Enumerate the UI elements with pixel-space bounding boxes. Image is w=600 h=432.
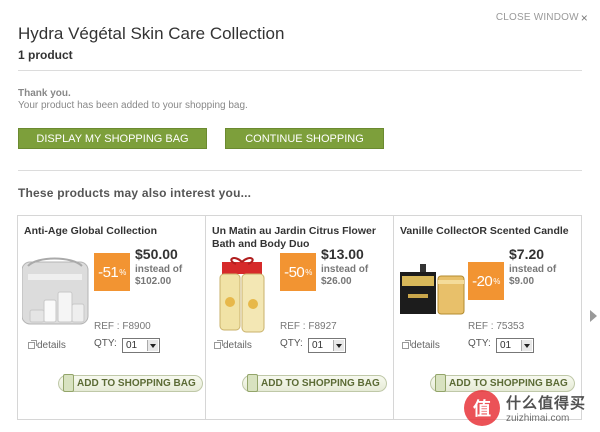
candle-image[interactable] xyxy=(398,260,470,329)
display-shopping-bag-button[interactable]: DISPLAY MY SHOPPING BAG xyxy=(18,128,207,149)
watermark-logo-icon: 值 xyxy=(463,390,500,426)
quantity-value: 01 xyxy=(126,340,138,351)
product-price: $7.20 xyxy=(509,246,545,262)
cosmetic-bag-image[interactable] xyxy=(21,252,92,337)
quantity-select[interactable]: 01 xyxy=(122,338,160,353)
popup-icon xyxy=(214,340,223,349)
discount-badge: -20% xyxy=(468,262,504,300)
product-card: Un Matin au Jardin Citrus Flower Bath an… xyxy=(206,216,394,419)
discount-value: -51 xyxy=(98,263,119,281)
product-count: 1 product xyxy=(18,48,73,62)
close-window-label: CLOSE WINDOW xyxy=(495,12,579,23)
continue-shopping-button[interactable]: CONTINUE SHOPPING xyxy=(225,128,384,149)
quantity-value: 01 xyxy=(312,340,324,351)
added-message: Your product has been added to your shop… xyxy=(18,100,248,111)
page-title: Hydra Végétal Skin Care Collection xyxy=(18,24,285,43)
shopping-bag-icon xyxy=(247,374,258,392)
percent-sign: % xyxy=(493,276,500,286)
details-label: details xyxy=(37,340,66,351)
add-to-bag-button[interactable]: ADD TO SHOPPING BAG xyxy=(58,374,203,392)
product-price: $13.00 xyxy=(321,246,364,262)
qty-label: QTY: xyxy=(280,338,303,349)
product-card: Anti-Age Global Collection -51% $50.00 i… xyxy=(18,216,206,419)
product-price: $50.00 xyxy=(135,246,178,262)
discount-value: -20 xyxy=(472,272,493,290)
close-icon: × xyxy=(580,10,588,25)
discount-badge: -50% xyxy=(280,253,316,291)
product-ref: REF : F8900 xyxy=(94,321,151,332)
product-ref: REF : F8927 xyxy=(280,321,337,332)
add-to-bag-label: ADD TO SHOPPING BAG xyxy=(77,378,196,389)
quantity-select[interactable]: 01 xyxy=(308,338,346,353)
thank-you-text: Thank you. xyxy=(18,88,71,99)
percent-sign: % xyxy=(305,267,312,277)
instead-of-label: instead of xyxy=(509,264,557,275)
watermark: 值 什么值得买 zuizhimai.com xyxy=(463,390,586,426)
original-price: $9.00 xyxy=(509,276,535,287)
original-price: $26.00 xyxy=(321,276,352,287)
details-link[interactable]: details xyxy=(214,340,252,351)
details-link[interactable]: details xyxy=(402,340,440,351)
watermark-url: zuizhimai.com xyxy=(505,413,570,424)
watermark-text: 什么值得买 xyxy=(505,395,586,412)
shopping-bag-icon xyxy=(435,374,446,392)
popup-icon xyxy=(402,340,411,349)
product-card: Vanille CollectOR Scented Candle -20% $7… xyxy=(394,216,581,419)
quantity-select[interactable]: 01 xyxy=(496,338,534,353)
chevron-down-icon xyxy=(147,340,158,351)
add-to-bag-label: ADD TO SHOPPING BAG xyxy=(261,378,380,389)
chevron-down-icon xyxy=(521,340,532,351)
discount-badge: -51% xyxy=(94,253,130,291)
details-label: details xyxy=(223,340,252,351)
details-label: details xyxy=(411,340,440,351)
qty-label: QTY: xyxy=(94,338,117,349)
divider xyxy=(18,70,582,71)
percent-sign: % xyxy=(119,267,126,277)
quantity-value: 01 xyxy=(500,340,512,351)
details-link[interactable]: details xyxy=(28,340,66,351)
popup-icon xyxy=(28,340,37,349)
qty-label: QTY: xyxy=(468,338,491,349)
recommendations-heading: These products may also interest you... xyxy=(18,186,252,200)
original-price: $102.00 xyxy=(135,276,172,287)
next-arrow-icon[interactable] xyxy=(590,310,597,322)
shopping-bag-icon xyxy=(63,374,74,392)
product-name: Vanille CollectOR Scented Candle xyxy=(400,225,569,237)
chevron-down-icon xyxy=(333,340,344,351)
add-to-bag-button[interactable]: ADD TO SHOPPING BAG xyxy=(242,374,387,392)
close-window-button[interactable]: CLOSE WINDOW × xyxy=(495,10,588,25)
discount-value: -50 xyxy=(284,263,305,281)
divider xyxy=(18,170,582,171)
instead-of-label: instead of xyxy=(135,264,183,275)
add-to-bag-label: ADD TO SHOPPING BAG xyxy=(449,378,568,389)
bath-duo-image[interactable] xyxy=(216,256,268,341)
instead-of-label: instead of xyxy=(321,264,369,275)
product-ref: REF : 75353 xyxy=(468,321,525,332)
product-name: Anti-Age Global Collection xyxy=(24,225,157,237)
